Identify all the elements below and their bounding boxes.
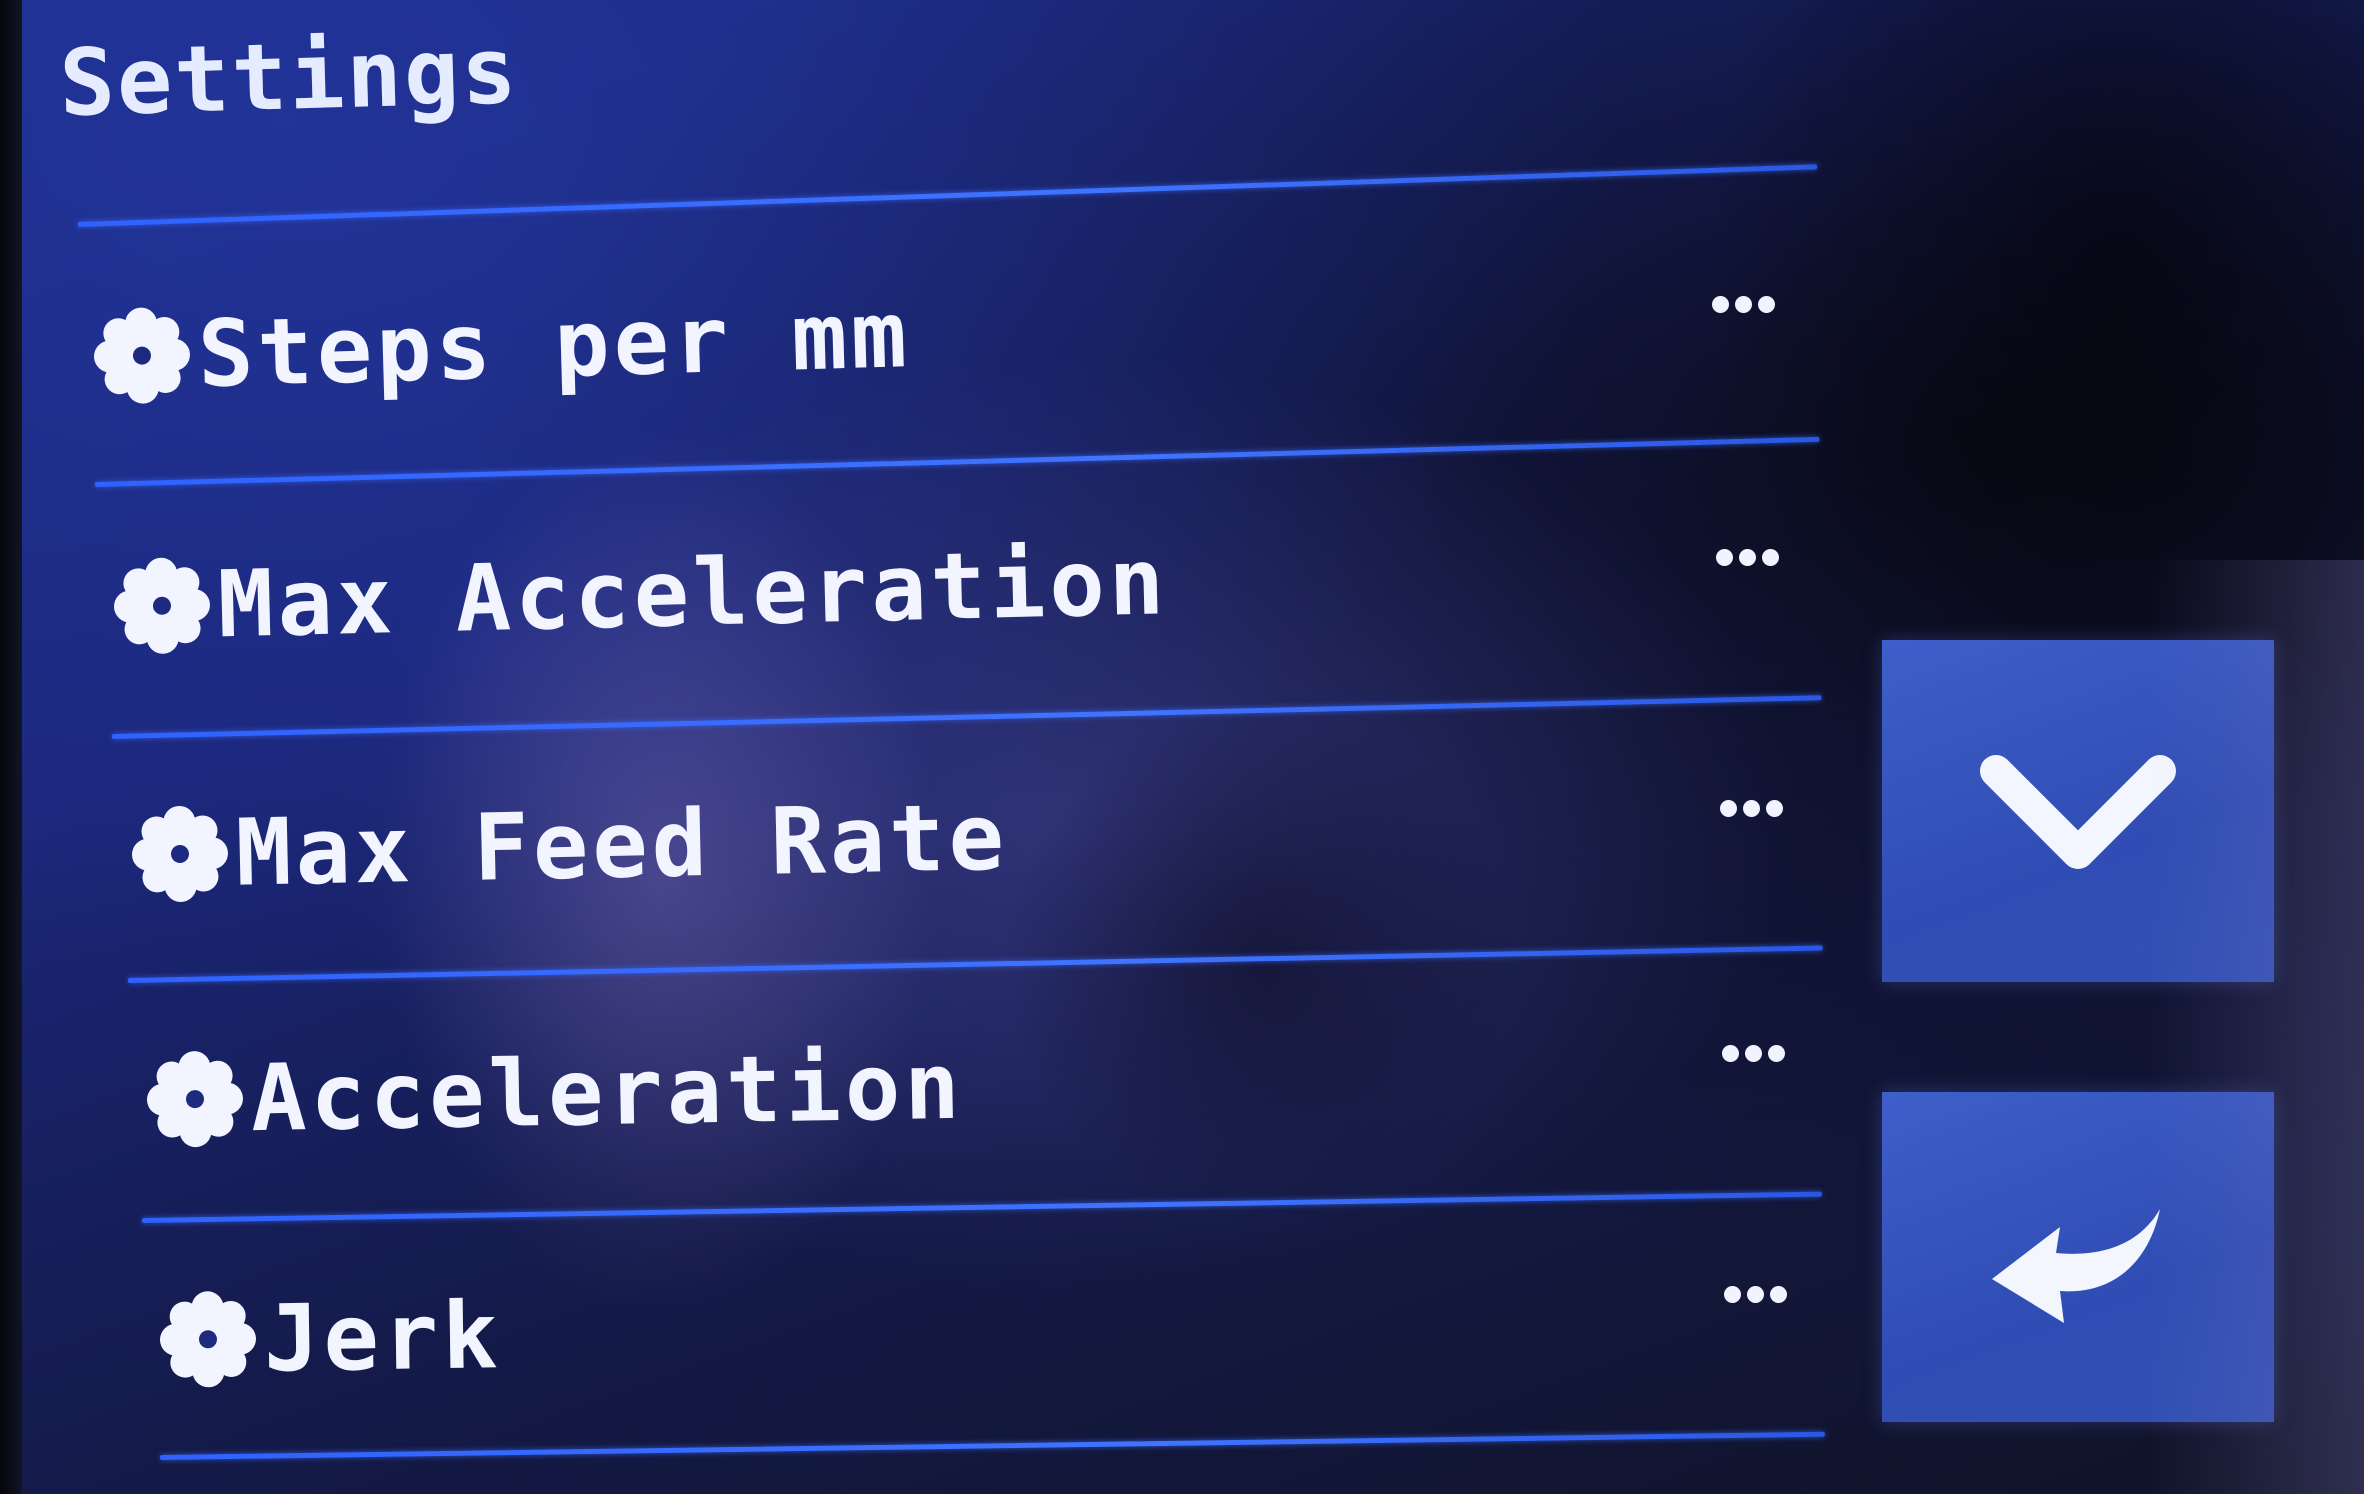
divider — [159, 1431, 1825, 1460]
menu-item-max-acceleration[interactable]: Max Acceleration — [110, 506, 1170, 682]
settings-screen: Settings Steps per mm Max Acceleration M… — [0, 0, 2364, 1494]
divider — [94, 436, 1820, 487]
gear-icon — [157, 1289, 258, 1390]
back-button[interactable] — [1882, 1092, 2274, 1422]
divider — [127, 945, 1823, 983]
menu-item-label: Steps per mm — [196, 280, 912, 408]
menu-item-steps-per-mm[interactable]: Steps per mm — [90, 259, 913, 432]
scroll-down-button[interactable] — [1882, 640, 2274, 982]
divider — [111, 695, 1822, 739]
menu-item-jerk[interactable]: Jerk — [157, 1260, 503, 1415]
chevron-down-icon — [1978, 741, 2178, 881]
menu-item-acceleration[interactable]: Acceleration — [144, 1011, 965, 1175]
gear-icon — [91, 304, 194, 407]
more-icon[interactable] — [1722, 1045, 1785, 1062]
more-icon[interactable] — [1716, 549, 1779, 566]
divider — [141, 1191, 1822, 1223]
gear-icon — [111, 555, 213, 657]
menu-item-max-feed-rate[interactable]: Max Feed Rate — [128, 762, 1009, 930]
back-arrow-icon — [1978, 1187, 2178, 1327]
gear-icon — [129, 803, 231, 905]
menu-item-label: Max Feed Rate — [234, 783, 1009, 907]
gear-icon — [144, 1048, 246, 1150]
menu-item-label: Jerk — [263, 1281, 503, 1393]
menu-item-label: Acceleration — [250, 1032, 965, 1152]
menu-item-label: Max Acceleration — [216, 527, 1170, 658]
more-icon[interactable] — [1724, 1286, 1787, 1303]
page-title: Settings — [58, 17, 520, 137]
divider — [77, 164, 1818, 227]
screen-bezel — [0, 0, 22, 1494]
more-icon[interactable] — [1720, 800, 1783, 817]
more-icon[interactable] — [1712, 296, 1775, 313]
